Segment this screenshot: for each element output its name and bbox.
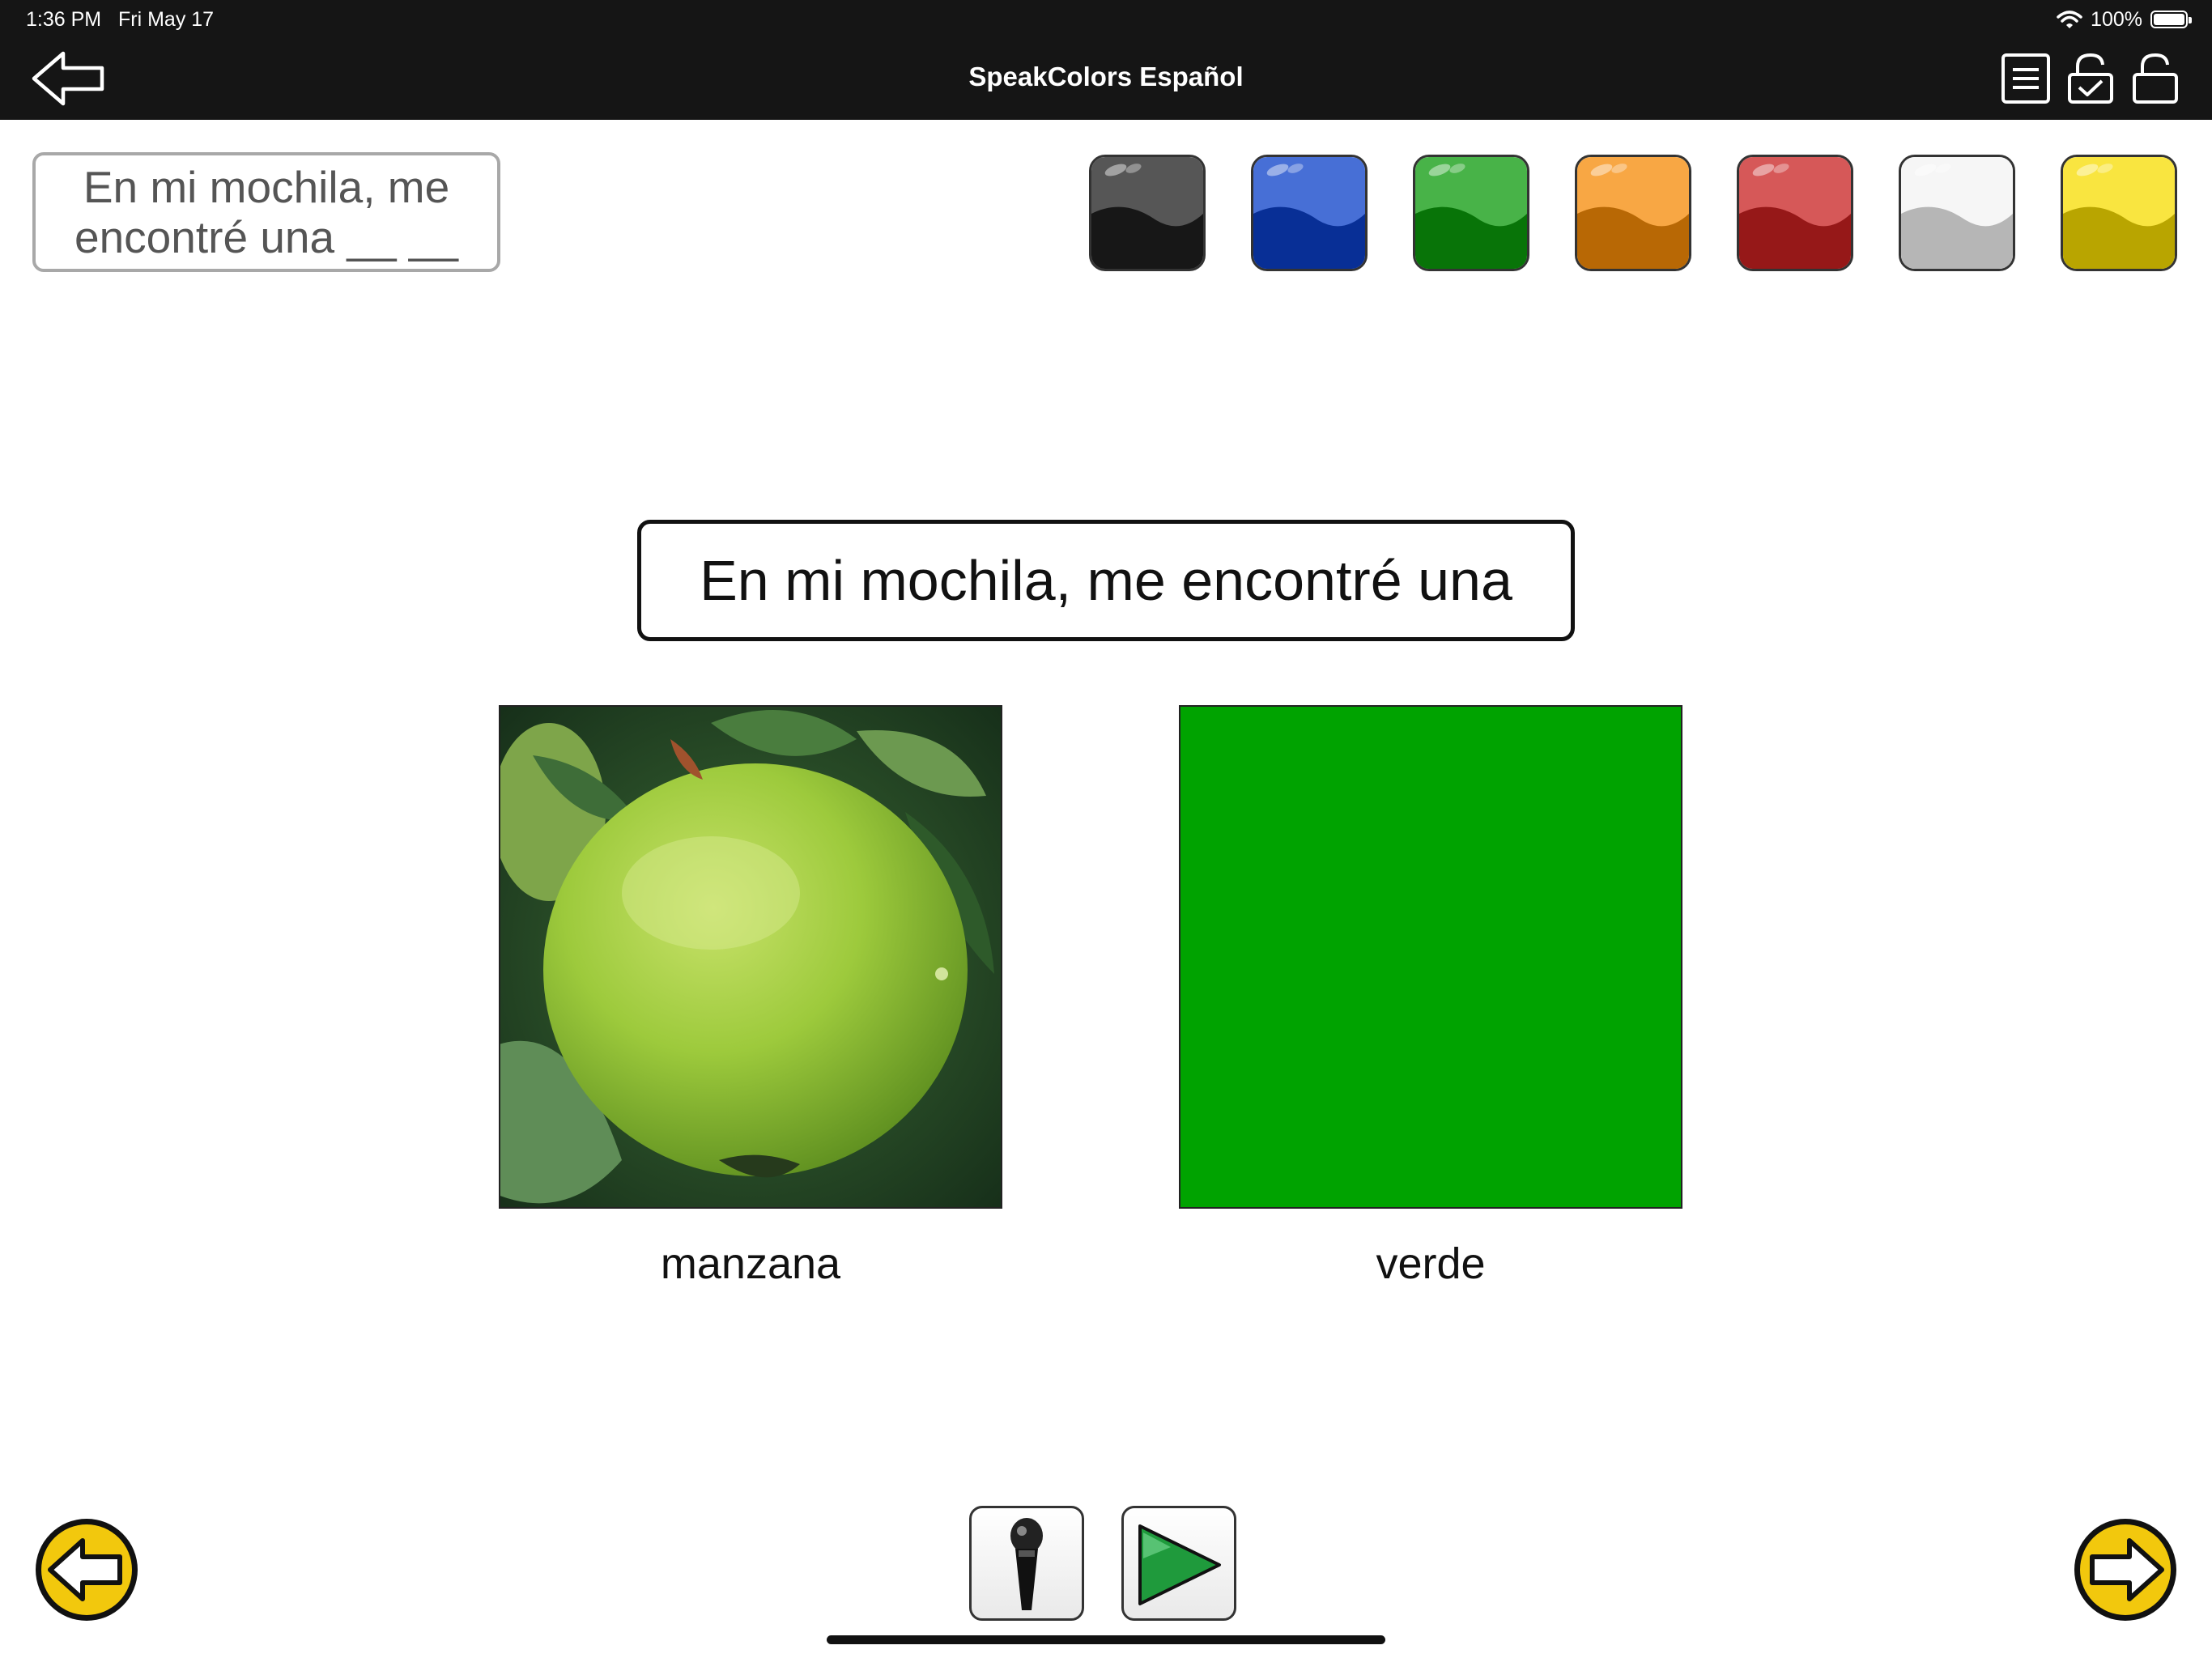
swatch-green-fill (1415, 157, 1527, 269)
swatch-black-fill (1091, 157, 1203, 269)
green-apple-illustration (500, 707, 1001, 1207)
list-icon[interactable] (2000, 52, 2052, 105)
card-label-apple: manzana (660, 1239, 841, 1288)
card-apple-image[interactable] (499, 705, 1002, 1209)
swatch-orange[interactable] (1575, 155, 1691, 271)
unlock-icon[interactable] (2129, 52, 2181, 105)
swatch-yellow-fill (2063, 157, 2175, 269)
card-color-green[interactable] (1179, 705, 1682, 1209)
sentence-text: En mi mochila, me encontré una (700, 549, 1512, 612)
status-time: 1:36 PM (26, 8, 102, 31)
prompt-text: En mi mochila, me encontré una __ __ (74, 162, 458, 262)
green-color-fill (1180, 707, 1681, 1207)
swatch-blue-fill (1253, 157, 1365, 269)
microphone-icon (1010, 1518, 1043, 1610)
swatch-red[interactable] (1737, 155, 1853, 271)
wifi-icon (2057, 11, 2082, 28)
battery-percent: 100% (2091, 7, 2142, 31)
swatch-yellow[interactable] (2061, 155, 2177, 271)
swatch-red-fill (1739, 157, 1851, 269)
battery-icon (2150, 11, 2192, 28)
swatch-blue[interactable] (1251, 155, 1368, 271)
swatch-white-fill (1901, 157, 2013, 269)
record-button[interactable] (969, 1506, 1084, 1621)
swatch-black[interactable] (1089, 155, 1206, 271)
swatch-white[interactable] (1899, 155, 2015, 271)
card-label-color: verde (1376, 1239, 1486, 1288)
home-indicator[interactable] (827, 1635, 1385, 1644)
status-indicators: 100% (2057, 6, 2192, 32)
unlock-check-icon[interactable] (2065, 52, 2116, 105)
swatch-green[interactable] (1413, 155, 1529, 271)
next-arrow-button[interactable] (2071, 1516, 2180, 1624)
status-date: Fri May 17 (118, 8, 215, 31)
play-icon (1138, 1524, 1221, 1605)
play-button[interactable] (1121, 1506, 1236, 1621)
top-bar: 1:36 PM Fri May 17 100% SpeakColors Espa… (0, 0, 2212, 120)
prompt-box[interactable]: En mi mochila, me encontré una __ __ (32, 152, 500, 272)
swatch-orange-fill (1577, 157, 1689, 269)
app-title: SpeakColors Español (968, 62, 1244, 91)
previous-arrow-button[interactable] (32, 1516, 141, 1624)
sentence-box[interactable]: En mi mochila, me encontré una (637, 520, 1575, 641)
